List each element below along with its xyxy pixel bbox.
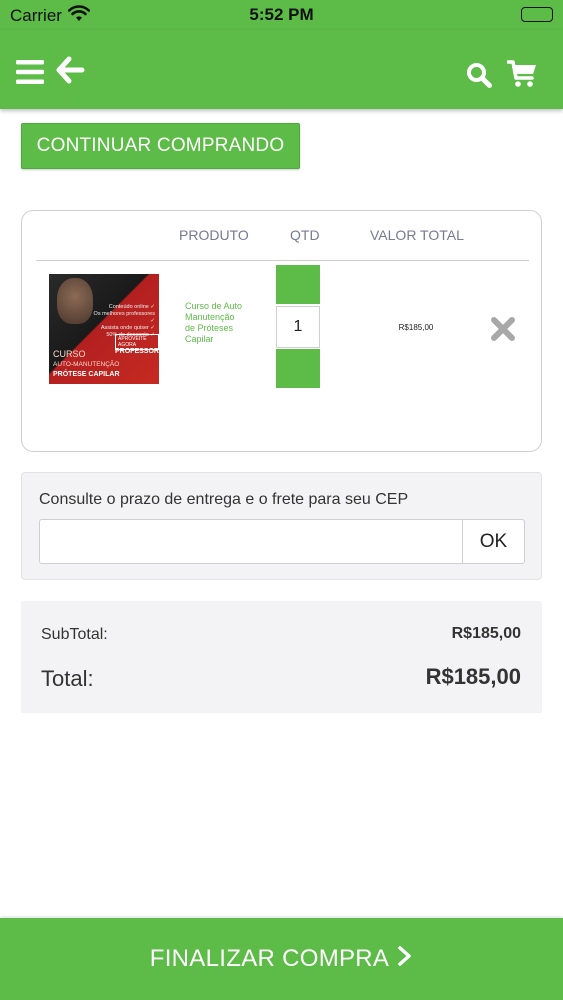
product-image-person [57,278,93,324]
cart-table: PRODUTO QTD VALOR TOTAL Conteúdo online … [21,210,542,452]
product-name[interactable]: Curso de Auto Manutenção de Próteses Cap… [185,301,247,345]
quantity-field[interactable]: 1 [276,306,320,348]
cep-ok-button[interactable]: OK [462,519,525,564]
total-label: Total: [41,666,94,691]
product-image: Conteúdo online ✓ Os melhores professore… [49,274,159,384]
qty-increase-button[interactable] [276,265,320,304]
menu-icon[interactable] [16,60,44,89]
nav-bar [0,30,563,109]
line-total: R$185,00 [398,323,434,332]
subtotal-label: SubTotal: [41,626,108,643]
totals-panel: SubTotal: R$185,00 Total: R$185,00 [21,601,542,713]
column-header-product: PRODUTO [179,227,249,243]
product-image-professor: PROFESSOR [115,348,159,355]
column-header-total: VALOR TOTAL [370,227,464,243]
back-arrow-icon[interactable] [55,56,85,89]
subtotal-value: R$185,00 [451,625,521,642]
header-divider [36,260,529,261]
qty-decrease-button[interactable] [276,349,320,388]
shipping-label: Consulte o prazo de entrega e o frete pa… [39,491,409,508]
battery-icon [521,7,553,22]
continue-shopping-button[interactable]: CONTINUAR COMPRANDO [21,123,300,169]
column-header-qty: QTD [290,227,320,243]
search-icon[interactable] [466,62,492,93]
total-value: R$185,00 [425,664,521,689]
status-bar: Carrier 5:52 PM [0,0,563,30]
finalize-purchase-label: FINALIZAR COMPRA [149,945,390,972]
remove-item-icon[interactable] [490,316,516,347]
clock: 5:52 PM [249,5,314,24]
chevron-right-icon [397,945,413,974]
product-image-subtitle: AUTO-MANUTENÇÃO [53,361,120,368]
product-image-subtitle-2: PRÓTESE CAPILAR [53,371,120,378]
finalize-purchase-button[interactable]: FINALIZAR COMPRA [0,918,563,1000]
product-image-title: CURSO [53,349,86,359]
shipping-panel: Consulte o prazo de entrega e o frete pa… [21,472,542,580]
cep-input[interactable] [39,519,463,564]
cart-icon[interactable] [506,60,537,93]
